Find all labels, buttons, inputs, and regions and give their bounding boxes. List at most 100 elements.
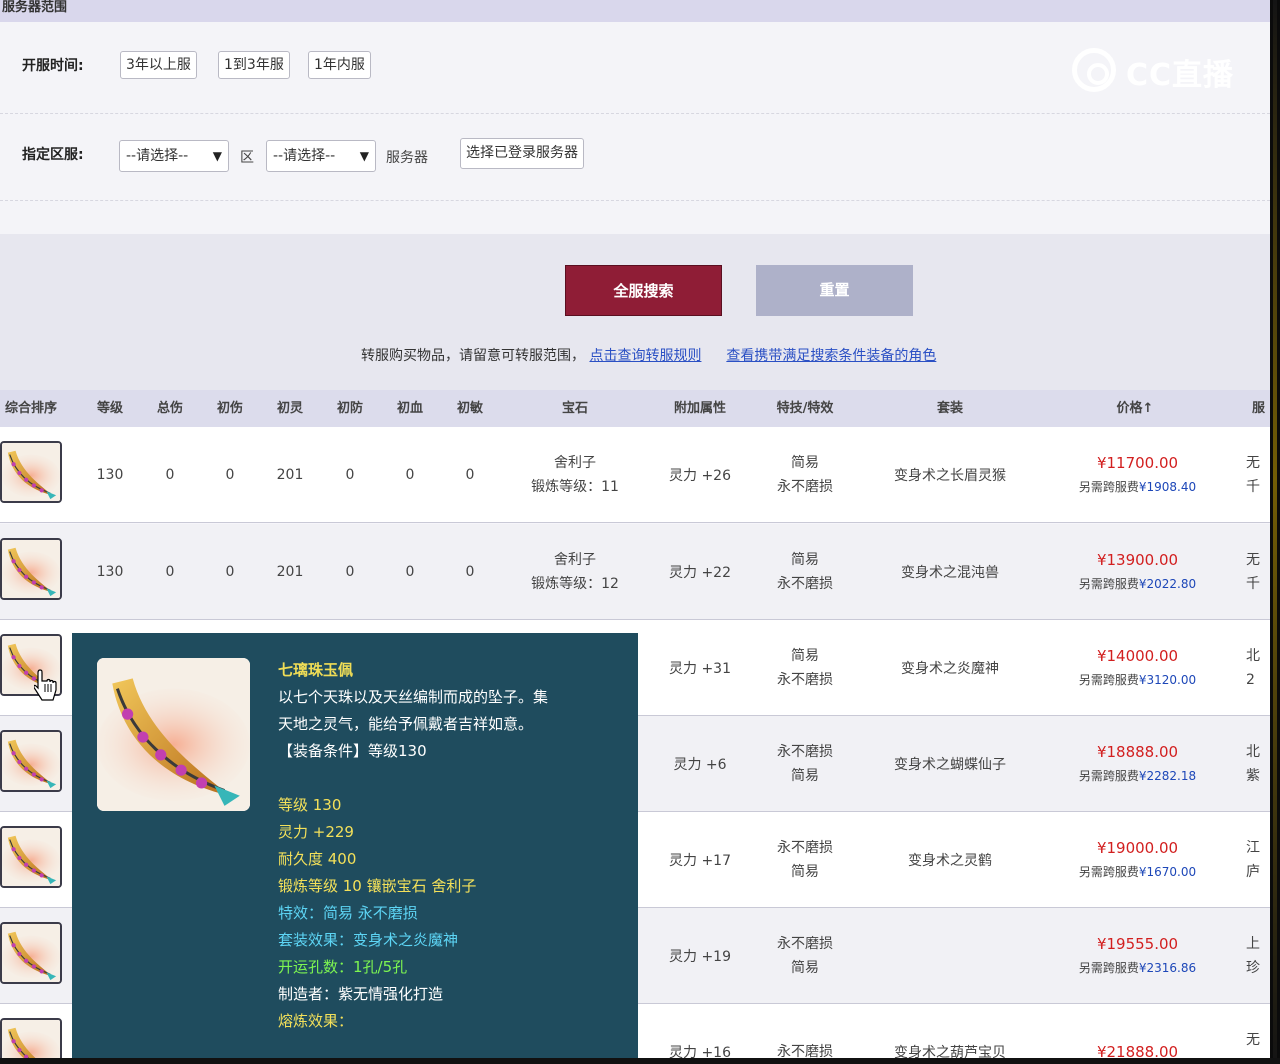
cell-effect: 简易 永不磨损: [760, 524, 850, 620]
cell-effect: 永不磨损: [760, 1004, 850, 1064]
fee-label: 另需跨服费: [1078, 865, 1139, 879]
header-price[interactable]: 价格↑: [1090, 390, 1180, 427]
cell-price: ¥18888.00 另需跨服费¥2282.18: [1050, 716, 1225, 812]
jade-pendant-icon[interactable]: [0, 730, 62, 792]
gem-level: 锻炼等级：11: [531, 479, 619, 495]
price: ¥14000.00: [1096, 647, 1179, 665]
cell-price: ¥19555.00 另需跨服费¥2316.86: [1050, 908, 1225, 1004]
cell-price: ¥11700.00 另需跨服费¥1908.40: [1050, 427, 1225, 523]
reset-button[interactable]: 重置: [756, 265, 913, 316]
select-logged-server-button[interactable]: 选择已登录服务器: [460, 138, 584, 169]
table-row[interactable]: 130 0 0 201 0 0 0 舍利子 锻炼等级：11 灵力 +26 简易 …: [0, 427, 1270, 523]
fee-value: ¥1670.00: [1138, 865, 1197, 879]
filter-1-to-3-years[interactable]: 1到3年服: [218, 51, 290, 79]
cell-total-damage: 0: [165, 467, 175, 483]
cell-effect: 永不磨损 简易: [760, 908, 850, 1004]
view-roles-link[interactable]: 查看携带满足搜索条件装备的角色: [726, 348, 936, 364]
cell-gem: 舍利子 锻炼等级：11: [505, 427, 645, 523]
item-tooltip: 七璃珠玉佩 以七个天珠以及天丝编制而成的坠子。集 天地之灵气，能给予佩戴者吉祥如…: [72, 633, 638, 1064]
cell-init-defense: 0: [345, 564, 355, 580]
area-unit: 区: [240, 150, 254, 166]
cell-init-hp: 0: [405, 467, 415, 483]
cell-suit: 变身术之炎魔神: [901, 661, 999, 677]
cell-suit: [865, 908, 1035, 1004]
chevron-down-icon: ▼: [359, 149, 369, 163]
cell-suit: 变身术之混沌兽: [901, 565, 999, 581]
server-line: 千: [1246, 479, 1260, 495]
transfer-rules-link[interactable]: 点击查询转服规则: [589, 348, 701, 364]
cell-price: ¥14000.00 另需跨服费¥3120.00: [1050, 620, 1225, 716]
table-row[interactable]: 130 0 0 201 0 0 0 舍利子 锻炼等级：12 灵力 +22 简易 …: [0, 524, 1270, 620]
item-name: 七璃珠玉佩: [278, 661, 354, 679]
gem-level: 锻炼等级：12: [531, 576, 619, 592]
header-init-defense[interactable]: 初防: [322, 390, 378, 427]
jade-pendant-icon[interactable]: [0, 922, 62, 984]
filter-3-years-plus[interactable]: 3年以上服: [120, 51, 197, 79]
cell-init-spirit: 201: [276, 467, 304, 483]
filter-within-1-year[interactable]: 1年内服: [308, 51, 371, 79]
header-init-damage[interactable]: 初伤: [202, 390, 258, 427]
cell-gem: 舍利子 锻炼等级：12: [505, 524, 645, 620]
cell-suit: 变身术之灵鹤: [908, 853, 992, 869]
gem-name: 舍利子: [554, 552, 596, 568]
price: ¥11700.00: [1096, 454, 1179, 472]
full-server-search-button[interactable]: 全服搜索: [565, 265, 722, 316]
item-smelt: 熔炼效果：: [278, 1012, 354, 1030]
header-init-speed[interactable]: 初敏: [442, 390, 498, 427]
header-sort[interactable]: 综合排序: [0, 390, 62, 427]
effect-line: 永不磨损: [777, 936, 833, 952]
fee-label: 另需跨服费: [1078, 961, 1139, 975]
header-init-hp[interactable]: 初血: [382, 390, 438, 427]
cell-init-spirit: 201: [276, 564, 304, 580]
cell-effect: 简易 永不磨损: [760, 427, 850, 523]
fee-value: ¥2022.80: [1138, 577, 1197, 591]
server-line: 千: [1246, 576, 1260, 592]
jade-pendant-icon[interactable]: [0, 826, 62, 888]
cell-extra-attr: 灵力 +17: [669, 853, 731, 869]
jade-pendant-icon[interactable]: [0, 538, 62, 600]
cell-server: 上珍: [1246, 908, 1270, 1004]
item-description: 以七个天珠以及天丝编制而成的坠子。集: [278, 688, 549, 706]
cell-init-hp: 0: [405, 564, 415, 580]
effect-line: 永不磨损: [777, 479, 833, 495]
transfer-fee: 另需跨服费¥2022.80: [1079, 572, 1196, 596]
open-time-label: 开服时间:: [22, 58, 84, 74]
bottom-bar: [0, 1058, 1280, 1064]
effect-line: 简易: [791, 864, 819, 880]
area-select-value: --请选择--: [126, 148, 189, 164]
item-suit: 套装效果：变身术之炎魔神: [278, 931, 459, 949]
header-level[interactable]: 等级: [82, 390, 138, 427]
transfer-notice-text: 转服购买物品，请留意可转服范围，: [361, 348, 585, 364]
item-level: 等级 130: [278, 796, 342, 814]
fee-label: 另需跨服费: [1078, 577, 1139, 591]
transfer-fee: 另需跨服费¥3120.00: [1079, 668, 1196, 692]
header-init-spirit[interactable]: 初灵: [262, 390, 318, 427]
effect-line: 永不磨损: [777, 576, 833, 592]
server-select[interactable]: --请选择-- ▼: [266, 140, 376, 172]
cc-logo-icon: [1072, 48, 1116, 92]
fee-value: ¥2282.18: [1138, 769, 1197, 783]
server-line: 庐: [1246, 864, 1260, 880]
cell-server: 无千: [1246, 524, 1270, 620]
action-panel: 全服搜索 重置 转服购买物品，请留意可转服范围， 点击查询转服规则 查看携带满足…: [0, 234, 1270, 390]
hand-cursor-icon: [34, 669, 57, 701]
cell-effect: 永不磨损 简易: [760, 812, 850, 908]
cc-live-watermark: CC直播: [1072, 44, 1242, 94]
chevron-down-icon: ▼: [212, 149, 222, 163]
zone-label: 指定区服:: [22, 147, 84, 163]
cell-suit: 变身术之葫芦宝贝: [894, 1045, 1006, 1061]
header-total-damage[interactable]: 总伤: [142, 390, 198, 427]
price: ¥18888.00: [1096, 743, 1179, 761]
cell-extra-attr: 灵力 +6: [673, 757, 727, 773]
cell-level: 130: [96, 564, 124, 580]
jade-pendant-icon[interactable]: [0, 441, 62, 503]
item-forge: 锻炼等级 10 镶嵌宝石 舍利子: [278, 877, 477, 895]
effect-line: 简易: [791, 960, 819, 976]
cell-init-speed: 0: [465, 467, 475, 483]
area-select[interactable]: --请选择-- ▼: [119, 140, 229, 172]
price: ¥19000.00: [1096, 839, 1179, 857]
item-effect: 特效：简易 永不磨损: [278, 904, 418, 922]
results-table-header: 综合排序 等级 总伤 初伤 初灵 初防 初血 初敏 宝石 附加属性 特技/特效 …: [0, 390, 1270, 427]
server-line: 北: [1246, 744, 1260, 760]
cell-effect: 简易 永不磨损: [760, 620, 850, 716]
